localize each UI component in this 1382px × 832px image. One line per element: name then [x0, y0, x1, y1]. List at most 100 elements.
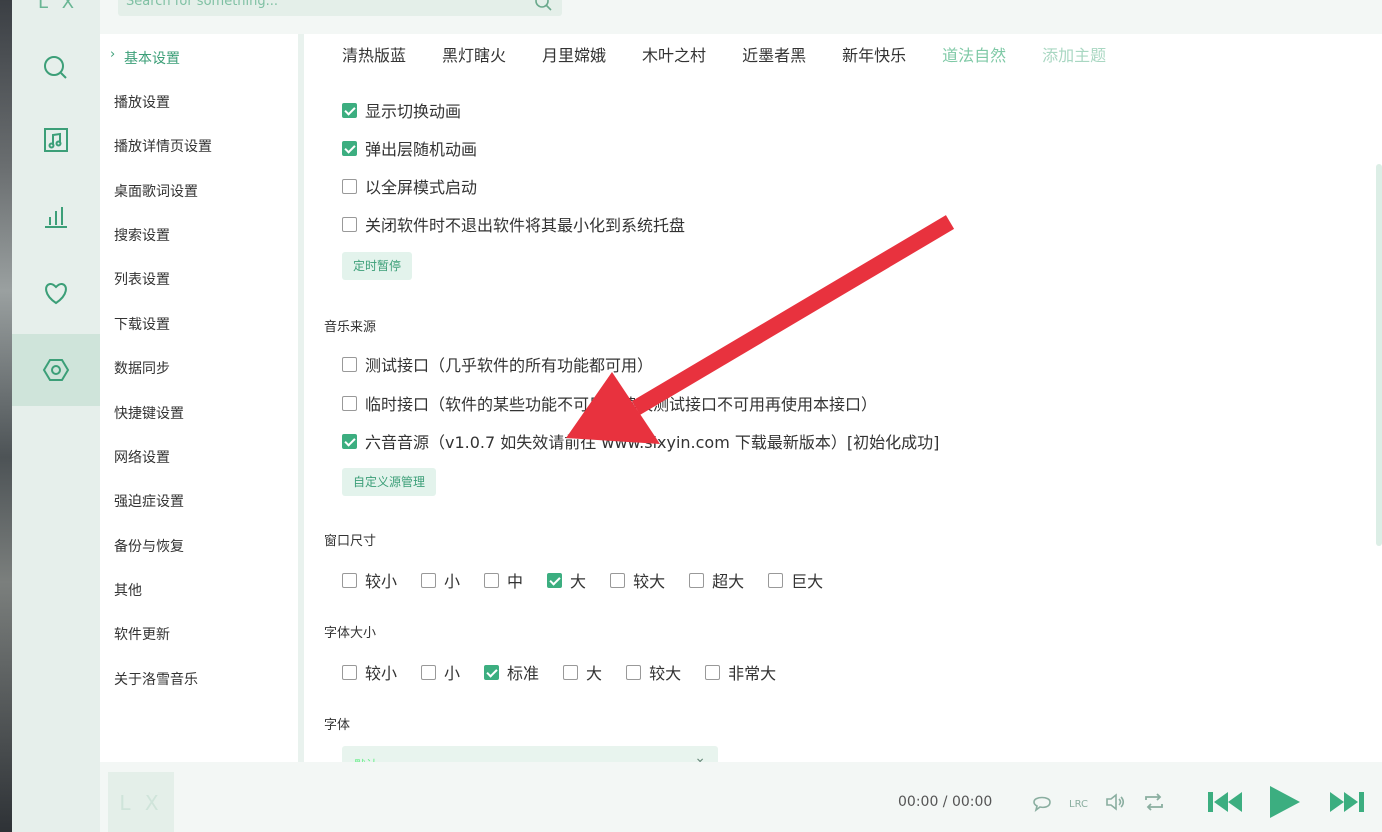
checkbox-option[interactable]: 弹出层随机动画: [342, 136, 477, 160]
checkbox-option[interactable]: 关闭软件时不退出软件将其最小化到系统托盘: [342, 212, 685, 236]
font-select[interactable]: 默认 ⌄: [342, 746, 718, 762]
nav-item-network[interactable]: 网络设置: [114, 447, 170, 467]
checkbox[interactable]: [342, 572, 357, 588]
rail-favorites-button[interactable]: [12, 256, 100, 328]
font-size-option[interactable]: 非常大: [705, 660, 776, 684]
theme-tab[interactable]: 新年快乐: [842, 42, 906, 66]
size-option[interactable]: 较小: [342, 568, 397, 592]
nav-item-sync[interactable]: 数据同步: [114, 358, 170, 378]
next-button[interactable]: [1326, 790, 1366, 814]
settings-nav: › 基本设置 播放设置 播放详情页设置 桌面歌词设置 搜索设置 列表设置 下载设…: [100, 34, 300, 762]
nav-item-basic[interactable]: › 基本设置: [110, 47, 180, 68]
checkbox-label: 六音音源（v1.0.7 如失效请前往 www.sixyin.com 下载最新版本…: [365, 433, 940, 452]
checkbox-label: 以全屏模式启动: [365, 178, 478, 197]
checkbox[interactable]: [342, 178, 357, 194]
checkbox-option[interactable]: 测试接口（几乎软件的所有功能都可用）: [342, 352, 653, 376]
nav-item-play-detail[interactable]: 播放详情页设置: [114, 136, 212, 156]
checkbox[interactable]: [342, 102, 357, 118]
theme-tab[interactable]: 木叶之村: [642, 42, 706, 66]
font-size-option[interactable]: 大: [563, 660, 602, 684]
checkbox[interactable]: [421, 572, 437, 588]
option-label: 较小: [365, 572, 398, 591]
nav-item-hotkeys[interactable]: 快捷键设置: [114, 403, 184, 423]
add-theme-button[interactable]: 添加主题: [1042, 42, 1106, 66]
app-logo: L X: [38, 0, 79, 13]
nav-item-update[interactable]: 软件更新: [114, 624, 170, 644]
font-size-option[interactable]: 较小: [342, 660, 397, 684]
checkbox[interactable]: [610, 572, 626, 588]
previous-button[interactable]: [1206, 790, 1246, 814]
theme-tab[interactable]: 清热版蓝: [342, 42, 406, 66]
checkbox[interactable]: [342, 356, 357, 372]
checkbox[interactable]: [484, 572, 500, 588]
comment-button[interactable]: [1030, 790, 1054, 814]
font-size-option[interactable]: 小: [421, 660, 460, 684]
option-label: 较小: [365, 664, 398, 683]
theme-tabs: 清热版蓝 黑灯瞎火 月里嫦娥 木叶之村 近墨者黑 新年快乐 道法自然 添加主题: [342, 42, 1142, 66]
nav-item-desktop-lyrics[interactable]: 桌面歌词设置: [114, 181, 198, 201]
theme-tab[interactable]: 黑灯瞎火: [442, 42, 506, 66]
repeat-button[interactable]: [1142, 790, 1166, 814]
section-label: 字体大小: [324, 626, 377, 641]
checkbox[interactable]: [342, 433, 357, 449]
album-cover[interactable]: L X: [108, 772, 174, 832]
size-option[interactable]: 大: [547, 568, 586, 592]
checkbox[interactable]: [342, 216, 357, 232]
size-option[interactable]: 中: [484, 568, 523, 592]
rail-library-button[interactable]: [12, 104, 100, 176]
rail-settings-button[interactable]: [12, 334, 100, 406]
nav-item-other[interactable]: 其他: [114, 580, 142, 600]
option-label: 巨大: [791, 572, 824, 591]
checkbox-label: 测试接口（几乎软件的所有功能都可用）: [365, 356, 654, 375]
checkbox-option[interactable]: 以全屏模式启动: [342, 174, 477, 198]
option-label: 大: [586, 664, 603, 683]
nav-item-backup[interactable]: 备份与恢复: [114, 536, 184, 556]
search-bar[interactable]: Search for something...: [118, 0, 562, 16]
checkbox[interactable]: [342, 664, 357, 680]
checkbox[interactable]: [421, 664, 437, 680]
size-option[interactable]: 巨大: [768, 568, 823, 592]
checkbox[interactable]: [342, 140, 357, 156]
nav-item-list[interactable]: 列表设置: [114, 269, 170, 289]
font-size-option[interactable]: 较大: [626, 660, 681, 684]
nav-item-about[interactable]: 关于洛雪音乐: [114, 669, 198, 689]
nav-item-download[interactable]: 下载设置: [114, 314, 170, 334]
size-option[interactable]: 较大: [610, 568, 665, 592]
search-placeholder: Search for something...: [126, 0, 279, 9]
checkbox[interactable]: [689, 572, 705, 588]
theme-tab[interactable]: 道法自然: [942, 42, 1006, 66]
section-label: 窗口尺寸: [324, 534, 377, 549]
font-size-option[interactable]: 标准: [484, 660, 539, 684]
section-label: 字体: [324, 718, 351, 733]
checkbox-option[interactable]: 临时接口（软件的某些功能不可用，建议测试接口不可用再使用本接口）: [342, 391, 877, 415]
checkbox-option[interactable]: 六音音源（v1.0.7 如失效请前往 www.sixyin.com 下载最新版本…: [342, 429, 939, 453]
checkbox[interactable]: [342, 395, 357, 411]
theme-tab[interactable]: 近墨者黑: [742, 42, 806, 66]
option-label: 标准: [507, 664, 540, 683]
play-button[interactable]: [1266, 784, 1302, 820]
checkbox-option[interactable]: 显示切换动画: [342, 98, 461, 122]
size-option[interactable]: 超大: [689, 568, 744, 592]
option-label: 小: [444, 572, 461, 591]
checkbox-label: 临时接口（软件的某些功能不可用，建议测试接口不可用再使用本接口）: [365, 395, 878, 414]
scrollbar[interactable]: [1376, 164, 1382, 546]
nav-item-ocd[interactable]: 强迫症设置: [114, 491, 184, 511]
rail-search-button[interactable]: [12, 32, 100, 104]
volume-button[interactable]: [1104, 790, 1128, 814]
nav-item-playback[interactable]: 播放设置: [114, 92, 170, 112]
custom-source-button[interactable]: 自定义源管理: [342, 468, 437, 496]
search-icon[interactable]: [532, 0, 554, 13]
checkbox[interactable]: [484, 664, 500, 680]
nav-item-search[interactable]: 搜索设置: [114, 225, 170, 245]
music-note-icon: [44, 128, 68, 152]
checkbox[interactable]: [705, 664, 721, 680]
checkbox[interactable]: [626, 664, 642, 680]
theme-tab[interactable]: 月里嫦娥: [542, 42, 606, 66]
checkbox[interactable]: [547, 572, 563, 588]
timer-pause-button[interactable]: 定时暂停: [342, 252, 413, 280]
checkbox[interactable]: [768, 572, 784, 588]
checkbox[interactable]: [563, 664, 579, 680]
lyrics-button[interactable]: LRC: [1068, 790, 1092, 814]
rail-charts-button[interactable]: [12, 180, 100, 252]
size-option[interactable]: 小: [421, 568, 460, 592]
